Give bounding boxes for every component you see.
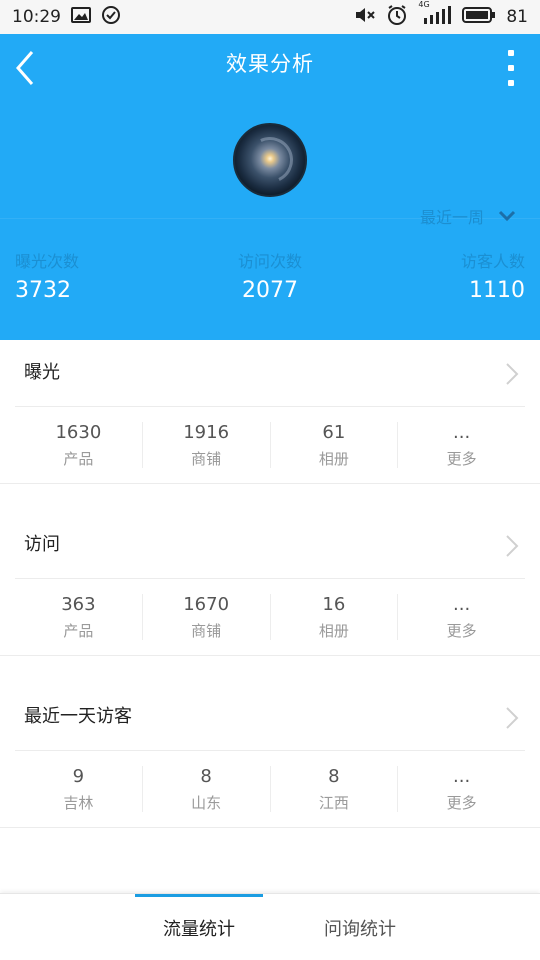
tab-label: 问询统计 bbox=[324, 918, 396, 940]
bottom-tab-bar: 流量统计 问询统计 bbox=[0, 893, 540, 960]
section-exposure: 曝光 1630 产品 1916 商铺 61 相册 ... 更多 bbox=[0, 340, 540, 499]
signal-icon: 4G bbox=[418, 0, 452, 29]
metric-product[interactable]: 1630 产品 bbox=[15, 422, 143, 468]
more-dot-icon bbox=[508, 80, 514, 86]
image-notification-icon bbox=[71, 6, 91, 28]
metric-shop[interactable]: 1670 商铺 bbox=[143, 594, 271, 640]
metric-value: 1670 bbox=[183, 593, 230, 615]
section-header-visits[interactable]: 访问 bbox=[15, 512, 525, 579]
check-circle-icon bbox=[101, 5, 121, 30]
metric-label: 江西 bbox=[318, 793, 349, 812]
chevron-right-icon bbox=[506, 363, 519, 385]
chevron-right-icon bbox=[506, 535, 519, 557]
metric-label: 商铺 bbox=[191, 449, 222, 468]
alarm-icon bbox=[386, 4, 408, 31]
stat-value: 3732 bbox=[15, 278, 71, 303]
section-recent-visitors: 最近一天访客 9 吉林 8 山东 8 江西 ... 更多 bbox=[0, 684, 540, 843]
metrics-row: 363 产品 1670 商铺 16 相册 ... 更多 bbox=[0, 579, 540, 655]
section-visits: 访问 363 产品 1670 商铺 16 相册 ... 更多 bbox=[0, 512, 540, 671]
metric-more[interactable]: ... 更多 bbox=[398, 594, 525, 640]
section-title: 曝光 bbox=[24, 362, 60, 383]
metric-album[interactable]: 61 相册 bbox=[271, 422, 399, 468]
battery-level: 81 bbox=[506, 7, 528, 27]
metric-label: 相册 bbox=[318, 449, 349, 468]
mute-icon bbox=[354, 6, 376, 29]
stats-row: 曝光次数 3732 访问次数 2077 访客人数 1110 bbox=[15, 248, 525, 303]
more-dot-icon bbox=[508, 50, 514, 56]
metric-value: 61 bbox=[322, 421, 346, 443]
metrics-row: 1630 产品 1916 商铺 61 相册 ... 更多 bbox=[0, 407, 540, 483]
metric-label: 山东 bbox=[191, 793, 222, 812]
section-divider bbox=[0, 827, 540, 843]
metric-value: ... bbox=[453, 765, 471, 787]
metric-album[interactable]: 16 相册 bbox=[271, 594, 399, 640]
metric-label: 产品 bbox=[63, 621, 94, 640]
metric-value: 8 bbox=[200, 765, 212, 787]
more-menu-button[interactable] bbox=[502, 50, 520, 86]
stat-label: 曝光次数 bbox=[15, 252, 80, 271]
metric-value: 1916 bbox=[183, 421, 230, 443]
metric-value: 9 bbox=[72, 765, 85, 787]
battery-icon bbox=[462, 6, 496, 29]
summary-header: 效果分析 最近一周 曝光次数 3732 访问次数 2077 访客人数 1110 bbox=[0, 34, 540, 340]
metric-more[interactable]: ... 更多 bbox=[398, 766, 525, 812]
section-header-recent-visitors[interactable]: 最近一天访客 bbox=[15, 684, 525, 751]
more-dot-icon bbox=[508, 65, 514, 71]
stat-value: 1110 bbox=[468, 278, 525, 303]
period-selector[interactable]: 最近一周 bbox=[420, 204, 516, 228]
section-title: 最近一天访客 bbox=[24, 706, 132, 727]
chevron-right-icon bbox=[506, 707, 519, 729]
metric-label: 商铺 bbox=[191, 621, 222, 640]
metric-value: 1630 bbox=[55, 421, 102, 443]
section-divider bbox=[0, 483, 540, 499]
metric-value: ... bbox=[453, 421, 471, 443]
metric-region[interactable]: 9 吉林 bbox=[15, 766, 143, 812]
status-bar-left: 10:29 bbox=[12, 5, 121, 30]
metric-more[interactable]: ... 更多 bbox=[398, 422, 525, 468]
stat-visit-count: 访问次数 2077 bbox=[238, 248, 302, 303]
metric-value: 363 bbox=[61, 593, 96, 615]
stat-value: 2077 bbox=[241, 278, 298, 303]
metric-value: 16 bbox=[322, 593, 346, 615]
status-bar-right: 4G 81 bbox=[354, 0, 528, 31]
metrics-row: 9 吉林 8 山东 8 江西 ... 更多 bbox=[0, 751, 540, 827]
metric-region[interactable]: 8 江西 bbox=[271, 766, 399, 812]
avatar[interactable] bbox=[233, 123, 307, 197]
metric-shop[interactable]: 1916 商铺 bbox=[143, 422, 271, 468]
stat-visitor-count: 访客人数 1110 bbox=[461, 248, 525, 303]
network-type: 4G bbox=[418, 0, 430, 9]
status-bar: 10:29 4G 81 bbox=[0, 0, 540, 34]
metric-product[interactable]: 363 产品 bbox=[15, 594, 143, 640]
stat-exposure-count: 曝光次数 3732 bbox=[15, 248, 79, 303]
tab-inquiry-stats[interactable]: 问询统计 bbox=[296, 894, 424, 960]
period-label: 最近一周 bbox=[419, 208, 484, 227]
status-time: 10:29 bbox=[12, 7, 61, 27]
metric-label: 吉林 bbox=[63, 793, 94, 812]
metric-value: 8 bbox=[328, 765, 340, 787]
stat-label: 访问次数 bbox=[237, 252, 302, 271]
section-divider bbox=[0, 655, 540, 671]
metric-label: 更多 bbox=[446, 793, 477, 812]
section-header-exposure[interactable]: 曝光 bbox=[15, 340, 525, 407]
section-title: 访问 bbox=[24, 534, 60, 555]
active-tab-indicator bbox=[135, 894, 263, 897]
metric-label: 更多 bbox=[446, 621, 477, 640]
metric-label: 更多 bbox=[446, 449, 477, 468]
metric-value: ... bbox=[453, 593, 471, 615]
chevron-down-icon bbox=[498, 210, 516, 222]
metric-label: 产品 bbox=[63, 449, 94, 468]
tab-label: 流量统计 bbox=[163, 918, 235, 940]
metric-label: 相册 bbox=[318, 621, 349, 640]
tab-traffic-stats[interactable]: 流量统计 bbox=[135, 894, 263, 960]
stat-label: 访客人数 bbox=[460, 252, 525, 271]
page-title: 效果分析 bbox=[226, 52, 314, 76]
metric-region[interactable]: 8 山东 bbox=[143, 766, 271, 812]
